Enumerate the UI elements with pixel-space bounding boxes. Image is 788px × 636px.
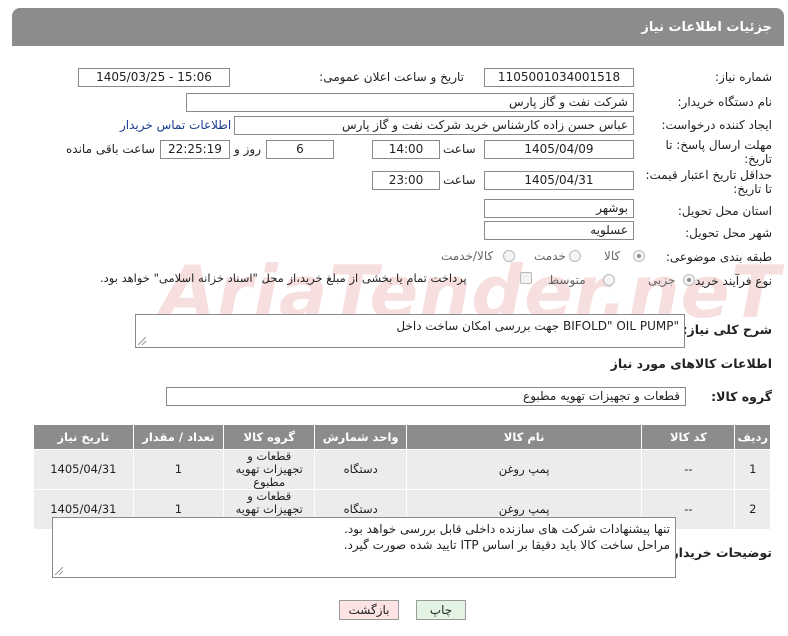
purchase-type-label: نوع فرآیند خرید : <box>687 274 772 288</box>
purchase-medium-label: متوسط <box>548 273 586 287</box>
price-validity-date-label: تا تاریخ: <box>733 182 772 196</box>
treasury-payment-checkbox[interactable] <box>520 272 532 284</box>
request-creator-field[interactable]: عباس حسن زاده کارشناس خرید شرکت نفت و گا… <box>234 116 634 135</box>
cell-date: 1405/04/31 <box>33 449 134 490</box>
need-number-label: شماره نیاز: <box>715 70 772 84</box>
goods-group-field[interactable]: قطعات و تجهیزات تهویه مطبوع <box>166 387 686 406</box>
page-header: جزئیات اطلاعات نیاز <box>12 8 784 46</box>
description-textarea[interactable]: "BIFOLD" OIL PUMP جهت بررسی امکان ساخت د… <box>135 314 685 348</box>
cell-code: -- <box>641 449 736 490</box>
purchase-minor-radio[interactable] <box>683 274 695 286</box>
page-title: جزئیات اطلاعات نیاز <box>641 20 772 35</box>
remaining-time-field[interactable]: 22:25:19 <box>160 140 230 159</box>
category-service-label: خدمت <box>534 249 566 263</box>
goods-section-title: اطلاعات کالاهای مورد نیاز <box>610 356 772 371</box>
buyer-name-field[interactable]: شرکت نفت و گاز پارس <box>186 93 634 112</box>
cell-row: 1 <box>734 449 771 490</box>
category-goods-label: کالا <box>604 249 621 263</box>
goods-table-header: ردیف کد کالا نام کالا واحد شمارش گروه کا… <box>33 424 771 450</box>
category-goods-service-radio[interactable] <box>503 250 515 262</box>
days-remaining-field[interactable]: 6 <box>266 140 334 159</box>
goods-group-label: گروه کالا: <box>711 389 772 404</box>
col-row: ردیف <box>734 424 771 450</box>
back-button[interactable]: بازگشت <box>339 600 399 620</box>
remaining-time-label: ساعت باقی مانده <box>66 142 156 156</box>
category-goods-radio[interactable] <box>633 250 645 262</box>
price-validity-time-label: ساعت <box>443 173 476 187</box>
buyer-notes-line-1: تنها پیشنهادات شرکت های سازنده داخلی قاب… <box>344 522 670 536</box>
price-validity-time-field[interactable]: 23:00 <box>372 171 440 190</box>
col-name: نام کالا <box>405 424 643 450</box>
need-number-field[interactable]: 1105001034001518 <box>484 68 634 87</box>
announce-date-label: تاریخ و ساعت اعلان عمومی: <box>319 70 464 84</box>
category-service-radio[interactable] <box>569 250 581 262</box>
cell-group: قطعات و تجهیزات تهویه مطبوع <box>223 449 316 490</box>
col-qty: تعداد / مقدار <box>132 424 225 450</box>
treasury-payment-note: پرداخت تمام یا بخشی از مبلغ خرید،از محل … <box>100 271 467 285</box>
resize-grip-icon[interactable] <box>55 567 63 575</box>
col-date: تاریخ نیاز <box>33 424 134 450</box>
delivery-city-label: شهر محل تحویل: <box>685 226 772 240</box>
deadline-label: مهلت ارسال پاسخ: تا <box>665 138 772 152</box>
print-button[interactable]: چاپ <box>416 600 466 620</box>
cell-unit: دستگاه <box>314 449 407 490</box>
deadline-date-label: تاریخ: <box>744 152 772 166</box>
announce-date-field[interactable]: 1405/03/25 - 15:06 <box>78 68 230 87</box>
request-creator-label: ایجاد کننده درخواست: <box>661 118 772 132</box>
deadline-time-label: ساعت <box>443 142 476 156</box>
description-label: شرح کلی نیاز: <box>682 322 772 337</box>
resize-grip-icon[interactable] <box>138 337 146 345</box>
col-unit: واحد شمارش <box>314 424 407 450</box>
buyer-notes-line-2: مراحل ساخت کالا باید دقیقا بر اساس ITP ت… <box>343 538 670 552</box>
delivery-province-field[interactable]: بوشهر <box>484 199 634 218</box>
delivery-city-field[interactable]: عسلویه <box>484 221 634 240</box>
price-validity-label: حداقل تاریخ اعتبار قیمت: <box>645 168 772 182</box>
description-text: "BIFOLD" OIL PUMP جهت بررسی امکان ساخت د… <box>396 319 679 333</box>
price-validity-date-field[interactable]: 1405/04/31 <box>484 171 634 190</box>
cell-name: پمپ روغن <box>405 449 643 490</box>
col-code: کد کالا <box>641 424 736 450</box>
days-label: روز و <box>234 142 261 156</box>
cell-row: 2 <box>734 489 771 530</box>
delivery-province-label: استان محل تحویل: <box>677 204 772 218</box>
subject-category-label: طبقه بندی موضوعی: <box>665 250 772 264</box>
buyer-notes-textarea[interactable]: تنها پیشنهادات شرکت های سازنده داخلی قاب… <box>52 517 676 578</box>
buyer-notes-label: توضیحات خریدار: <box>666 545 772 560</box>
deadline-time-field[interactable]: 14:00 <box>372 140 440 159</box>
cell-qty: 1 <box>132 449 225 490</box>
category-goods-service-label: کالا/خدمت <box>441 249 494 263</box>
buyer-contact-link[interactable]: اطلاعات تماس خریدار <box>120 118 231 132</box>
goods-table: ردیف کد کالا نام کالا واحد شمارش گروه کا… <box>33 424 771 530</box>
buyer-name-label: نام دستگاه خریدار: <box>677 95 773 109</box>
purchase-medium-radio[interactable] <box>603 274 615 286</box>
purchase-minor-label: جزیی <box>648 273 676 287</box>
table-row[interactable]: 1 -- پمپ روغن دستگاه قطعات و تجهیزات تهو… <box>33 449 771 490</box>
col-group: گروه کالا <box>223 424 316 450</box>
deadline-date-field[interactable]: 1405/04/09 <box>484 140 634 159</box>
